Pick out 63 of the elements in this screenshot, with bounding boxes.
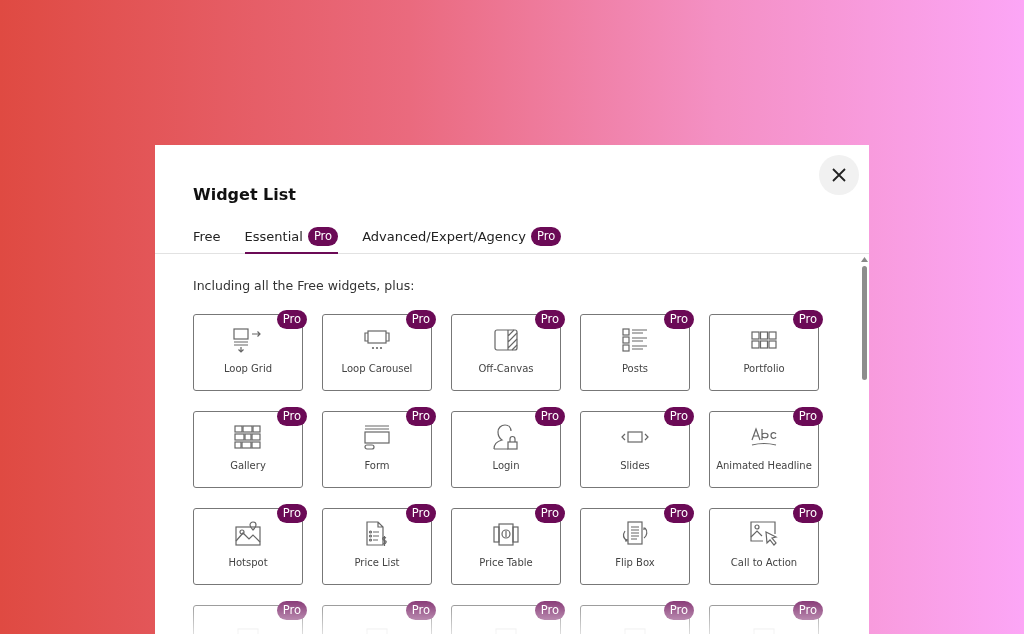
pro-badge: Pro — [663, 407, 694, 426]
pro-badge: Pro — [534, 601, 565, 620]
tab[interactable]: Essential Pro — [244, 227, 339, 254]
close-icon — [832, 168, 846, 182]
widget-icon — [364, 520, 390, 548]
widget-icon — [751, 331, 777, 349]
pro-badge: Pro — [663, 310, 694, 329]
widget-name: Loop Carousel — [341, 363, 413, 374]
widget-name: Portfolio — [743, 363, 785, 374]
widget-name: Posts — [621, 363, 649, 374]
widget-icon — [363, 329, 391, 351]
close-button[interactable] — [819, 155, 859, 195]
widget-name: Off-Canvas — [478, 363, 534, 374]
widget-icon — [363, 424, 391, 450]
widget-name: Slides — [620, 460, 650, 471]
tab-label: Essential — [244, 229, 303, 244]
scroll-up-icon — [861, 257, 868, 262]
pro-badge: Pro — [534, 407, 565, 426]
widget-icon — [749, 520, 779, 548]
pro-badge: Pro — [534, 310, 565, 329]
pro-badge: Pro — [405, 407, 436, 426]
pro-badge: Pro — [792, 407, 823, 426]
widget-name: Loop Grid — [223, 363, 273, 374]
pro-badge: Pro — [276, 407, 307, 426]
widget-name: Call to Action — [730, 557, 798, 568]
widget-name: Price Table — [479, 557, 533, 568]
pro-badge: Pro — [534, 504, 565, 523]
intro-text: Including all the Free widgets, plus: — [193, 278, 416, 293]
widget-icon — [620, 520, 650, 548]
pro-badge: Pro — [405, 601, 436, 620]
pro-badge: Pro — [276, 601, 307, 620]
scrollbar-thumb[interactable] — [862, 266, 867, 380]
pro-badge: Pro — [663, 504, 694, 523]
pro-badge: Pro — [276, 504, 307, 523]
pro-badge: Pro — [276, 310, 307, 329]
widget-name: Hotspot — [228, 557, 268, 568]
tab[interactable]: Advanced/Expert/Agency Pro — [362, 227, 562, 254]
widget-icon — [492, 423, 520, 451]
widget-name: Flip Box — [615, 557, 655, 568]
widget-icon — [621, 327, 649, 353]
pro-badge: Pro — [792, 504, 823, 523]
widget-name: Price List — [354, 557, 400, 568]
widget-icon — [493, 328, 519, 352]
pro-badge: Pro — [792, 310, 823, 329]
widget-icon — [620, 430, 650, 444]
widget-icon — [750, 426, 778, 448]
pro-badge: Pro — [307, 227, 339, 246]
tab[interactable]: Free — [193, 227, 221, 254]
tab-label: Free — [193, 229, 221, 244]
pro-badge: Pro — [792, 601, 823, 620]
pro-badge: Pro — [405, 310, 436, 329]
tab-label: Advanced/Expert/Agency — [362, 229, 526, 244]
widget-icon — [492, 522, 520, 546]
pro-badge: Pro — [663, 601, 694, 620]
widget-name: Form — [364, 460, 390, 471]
widget-name: Animated Headline — [716, 460, 812, 471]
widget-name: Gallery — [230, 460, 266, 471]
pro-badge: Pro — [405, 504, 436, 523]
dialog-title: Widget List — [193, 185, 297, 204]
widget-name: Login — [492, 460, 520, 471]
widget-icon — [234, 425, 262, 449]
widget-icon — [234, 521, 262, 547]
pro-badge: Pro — [530, 227, 562, 246]
